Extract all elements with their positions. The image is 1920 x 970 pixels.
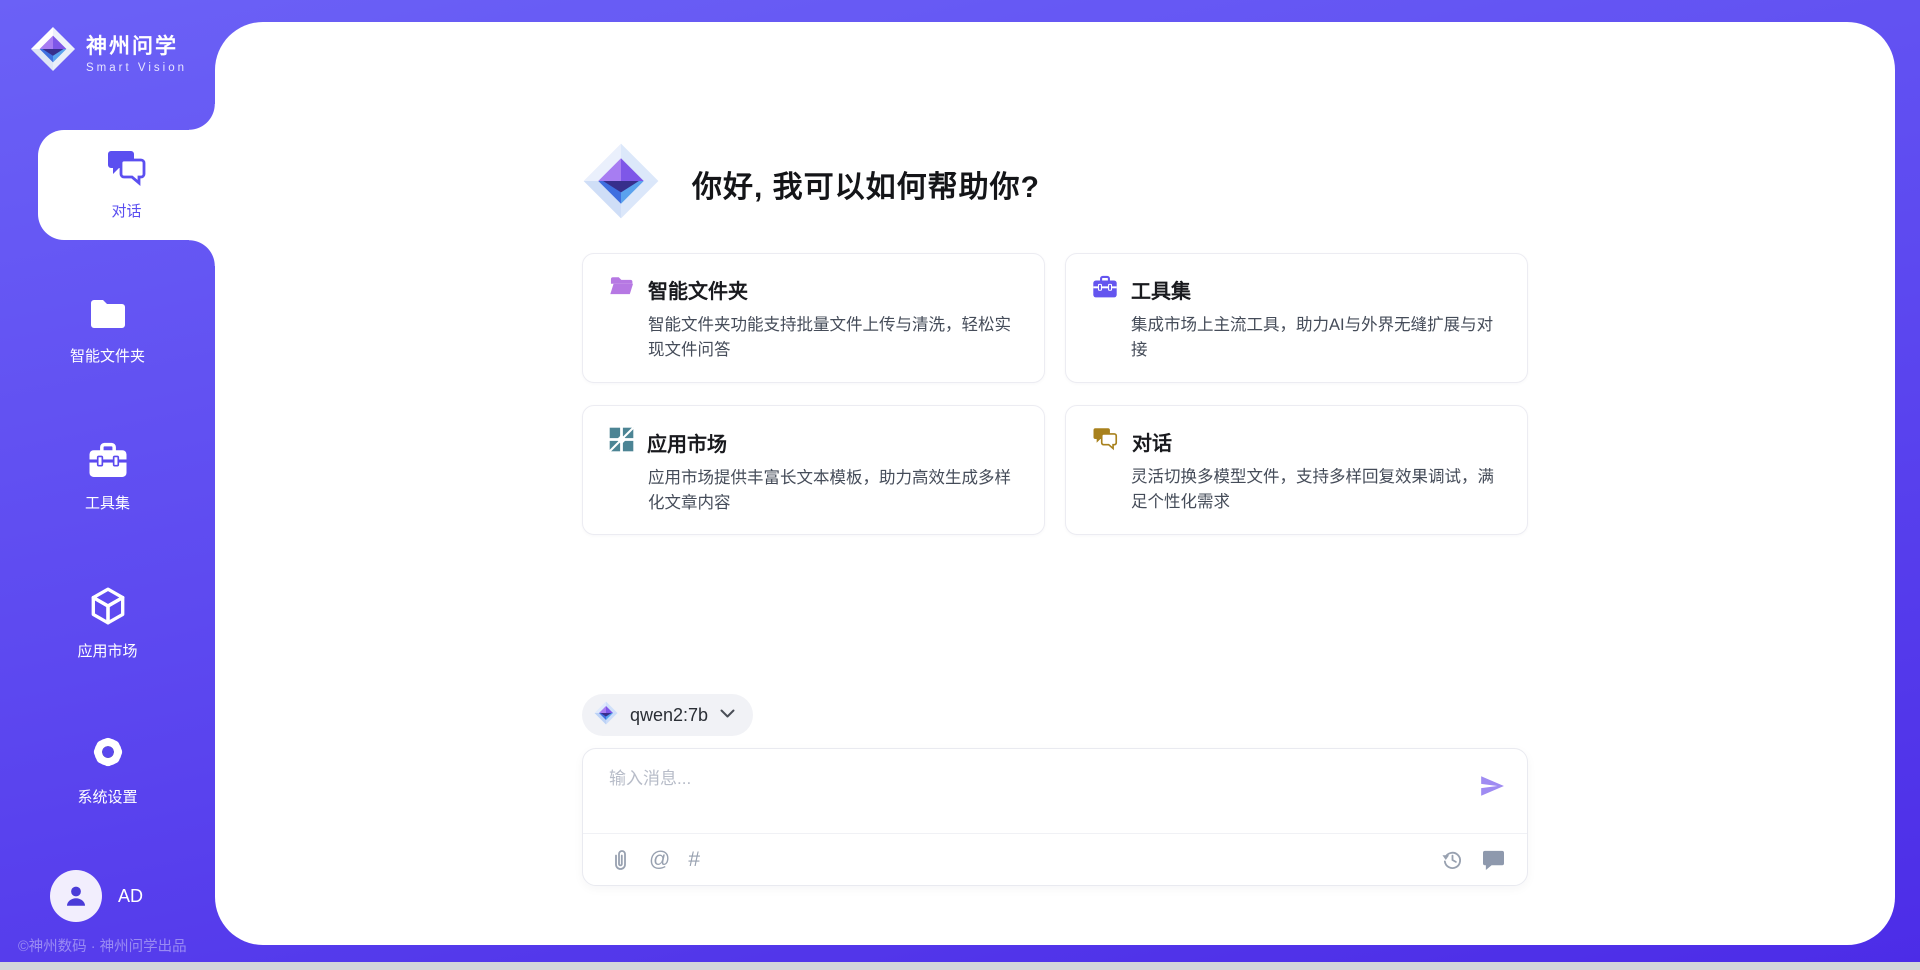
model-name: qwen2:7b — [630, 705, 708, 726]
hashtag-icon[interactable]: # — [688, 849, 700, 870]
message-input[interactable] — [583, 749, 1413, 789]
sidebar-item-toolset[interactable]: 工具集 — [0, 422, 215, 532]
user-account[interactable]: AD — [50, 870, 143, 922]
brand-diamond-logo-small — [30, 26, 76, 77]
card-toolset[interactable]: 工具集 集成市场上主流工具，助力AI与外界无缝扩展与对接 — [1065, 253, 1528, 383]
card-desc: 灵活切换多模型文件，支持多样回复效果调试，满足个性化需求 — [1092, 465, 1501, 515]
sidebar-item-label: 应用市场 — [77, 640, 137, 661]
card-desc: 集成市场上主流工具，助力AI与外界无缝扩展与对接 — [1092, 313, 1501, 363]
card-desc: 智能文件夹功能支持批量文件上传与清洗，轻松实现文件问答 — [609, 313, 1018, 363]
mention-icon[interactable]: @ — [649, 849, 670, 870]
chat-icon — [1092, 427, 1119, 456]
copyright-text: ©神州数码 · 神州问学出品 — [18, 935, 187, 956]
sidebar-item-label: 对话 — [111, 200, 141, 221]
card-app-market[interactable]: 应用市场 应用市场提供丰富长文本模板，助力高效生成多样化文章内容 — [582, 405, 1045, 535]
user-initials: AD — [118, 886, 143, 907]
content-column: 你好, 我可以如何帮助你? 智能文件夹 智能文件夹功能支持批量文件上传与清洗，轻… — [582, 22, 1528, 945]
chat-icon — [106, 149, 148, 192]
model-diamond-logo — [594, 701, 618, 730]
brand-diamond-logo — [582, 142, 660, 225]
avatar — [50, 870, 102, 922]
sidebar-item-chat[interactable]: 对话 — [38, 130, 215, 240]
message-composer: @ # — [582, 748, 1528, 886]
card-title: 对话 — [1132, 427, 1172, 456]
sidebar-item-smart-folder[interactable]: 智能文件夹 — [0, 276, 215, 386]
history-icon[interactable] — [1441, 848, 1464, 871]
card-desc: 应用市场提供丰富长文本模板，助力高效生成多样化文章内容 — [609, 466, 1018, 516]
window-bottom-edge — [0, 962, 1920, 970]
sidebar: 神州问学 Smart Vision 对话 智能文件夹 — [0, 0, 215, 970]
brand: 神州问学 Smart Vision — [0, 0, 215, 77]
attach-file-icon[interactable] — [609, 848, 631, 872]
brand-name: 神州问学 — [86, 30, 187, 60]
feature-cards: 智能文件夹 智能文件夹功能支持批量文件上传与清洗，轻松实现文件问答 — [582, 253, 1528, 535]
sidebar-item-label: 系统设置 — [77, 786, 137, 807]
cube-icon — [87, 585, 129, 632]
card-chat[interactable]: 对话 灵活切换多模型文件，支持多样回复效果调试，满足个性化需求 — [1065, 405, 1528, 535]
composer-toolbar: @ # — [583, 833, 1527, 885]
sidebar-item-label: 智能文件夹 — [70, 345, 145, 366]
send-icon[interactable] — [1479, 773, 1505, 804]
folder-open-icon — [609, 275, 635, 304]
card-title: 智能文件夹 — [648, 275, 748, 304]
greeting-title: 你好, 我可以如何帮助你? — [692, 162, 1040, 206]
briefcase-icon — [87, 442, 129, 484]
model-selector[interactable]: qwen2:7b — [582, 694, 753, 736]
gear-icon — [87, 731, 129, 778]
brand-subtitle: Smart Vision — [86, 62, 187, 74]
sidebar-item-settings[interactable]: 系统设置 — [0, 714, 215, 824]
chevron-down-icon — [720, 706, 735, 724]
greeting: 你好, 我可以如何帮助你? — [582, 142, 1040, 225]
card-smart-folder[interactable]: 智能文件夹 智能文件夹功能支持批量文件上传与清洗，轻松实现文件问答 — [582, 253, 1045, 383]
app-grid-icon — [609, 427, 634, 457]
sidebar-item-app-market[interactable]: 应用市场 — [0, 568, 215, 678]
main-panel: 你好, 我可以如何帮助你? 智能文件夹 智能文件夹功能支持批量文件上传与清洗，轻… — [215, 22, 1895, 945]
folder-icon — [87, 296, 129, 337]
card-title: 工具集 — [1131, 275, 1191, 304]
briefcase-icon — [1092, 275, 1118, 304]
sidebar-item-label: 工具集 — [85, 492, 130, 513]
chat-bubble-icon[interactable] — [1482, 849, 1505, 870]
sidebar-nav: 对话 智能文件夹 工具集 — [0, 130, 215, 860]
card-title: 应用市场 — [647, 428, 727, 457]
